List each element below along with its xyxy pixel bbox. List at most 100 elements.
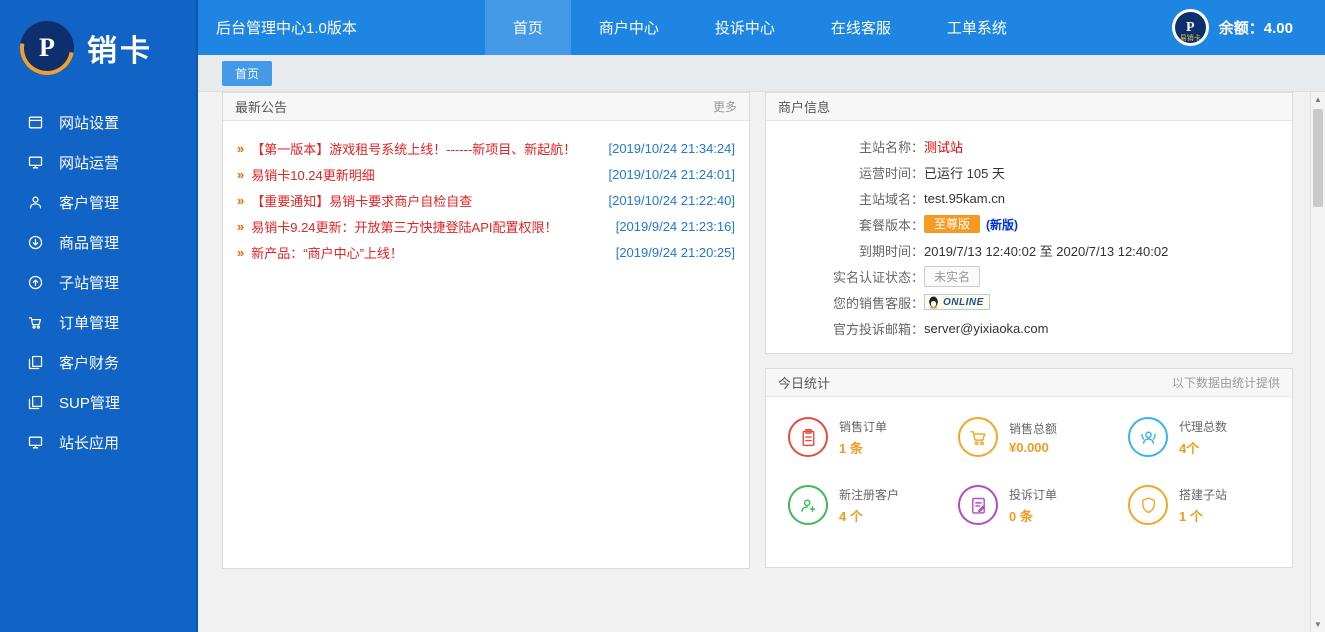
vertical-scrollbar[interactable]: ▲ ▼ (1310, 92, 1325, 632)
scrollbar-thumb[interactable] (1313, 109, 1323, 207)
merchant-row-runtime: 运营时间： 已运行 105 天 (766, 159, 1292, 185)
sidebar-item-label: 客户管理 (59, 192, 119, 213)
balance-value: 4.00 (1264, 20, 1293, 37)
tab-ticket-system[interactable]: 工单系统 (919, 0, 1035, 55)
sidebar-item-site-settings[interactable]: 网站设置 (0, 102, 196, 142)
expiry-value: 2019/7/13 12:40:02 至 2020/7/13 12:40:02 (924, 241, 1168, 260)
brand-logo-letter: P (39, 33, 55, 63)
sidebar-item-label: 网站设置 (59, 112, 119, 133)
sidebar-item-label: 客户财务 (59, 352, 119, 373)
monitor-icon (27, 434, 44, 451)
brand-logo-icon: P (20, 21, 74, 75)
tab-home[interactable]: 首页 (485, 0, 571, 55)
double-chevron-icon: » (237, 141, 244, 156)
shield-icon (1128, 485, 1168, 525)
circle-arrow-down-icon (27, 234, 44, 251)
stat-value: 4 个 (839, 506, 899, 525)
today-stats-header: 今日统计 以下数据由统计提供 (766, 369, 1292, 397)
content-area: 最新公告 更多 » 【第一版本】游戏租号系统上线！------新项目、新起航！ … (198, 92, 1325, 632)
announcement-link[interactable]: 新产品：“商户中心”上线！ (251, 243, 605, 262)
row-label: 您的销售客服： (766, 293, 924, 312)
site-name-value: 测试站 (924, 137, 963, 156)
stat-agents-total: 代理总数 4个 (1114, 417, 1284, 457)
scroll-up-arrow-icon[interactable]: ▲ (1311, 92, 1325, 107)
sidebar-item-webmaster-apps[interactable]: 站长应用 (0, 422, 196, 462)
breadcrumb-tab-home[interactable]: 首页 (222, 61, 272, 86)
sidebar-item-customers[interactable]: 客户管理 (0, 182, 196, 222)
runtime-value: 已运行 105 天 (924, 163, 1005, 182)
sidebar-item-site-operations[interactable]: 网站运营 (0, 142, 196, 182)
cart-icon (27, 314, 44, 331)
tab-label: 投诉中心 (715, 17, 775, 38)
double-chevron-icon: » (237, 167, 244, 182)
new-version-link[interactable]: (新版) (986, 216, 1018, 233)
main-area: 后台管理中心1.0版本 首页 商户中心 投诉中心 在线客服 工单系统 P 易销卡… (198, 0, 1325, 632)
row-label: 主站域名： (766, 189, 924, 208)
today-stats-panel: 今日统计 以下数据由统计提供 销售订单 1 条 (765, 368, 1293, 568)
announcement-link[interactable]: 【重要通知】易销卡要求商户自检自查 (251, 191, 598, 210)
complaint-email-value: server@yixiaoka.com (924, 321, 1048, 336)
tab-online-service[interactable]: 在线客服 (803, 0, 919, 55)
announcement-time: [2019/10/24 21:22:40] (608, 193, 735, 208)
more-link[interactable]: 更多 (713, 98, 737, 115)
right-column: 商户信息 主站名称： 测试站 运营时间： 已运行 105 天 主站域名： (765, 92, 1293, 568)
row-label: 实名认证状态： (766, 267, 924, 286)
qq-online-badge[interactable]: ONLINE (924, 294, 990, 310)
announcement-time: [2019/9/24 21:20:25] (616, 245, 735, 260)
tab-merchant-center[interactable]: 商户中心 (571, 0, 687, 55)
sidebar-item-customer-finance[interactable]: 客户财务 (0, 342, 196, 382)
brand-name: 销卡 (87, 26, 153, 70)
app-title: 后台管理中心1.0版本 (198, 17, 357, 38)
plan-badge: 至尊版 (924, 215, 980, 233)
announcements-panel: 最新公告 更多 » 【第一版本】游戏租号系统上线！------新项目、新起航！ … (222, 92, 750, 569)
person-icon (27, 194, 44, 211)
sidebar-item-products[interactable]: 商品管理 (0, 222, 196, 262)
sidebar-item-label: 网站运营 (59, 152, 119, 173)
stat-label: 新注册客户 (839, 486, 899, 503)
tab-complaint-center[interactable]: 投诉中心 (687, 0, 803, 55)
merchant-row-domain: 主站域名： test.95kam.cn (766, 185, 1292, 211)
list-item: » 【第一版本】游戏租号系统上线！------新项目、新起航！ [2019/10… (237, 135, 735, 161)
announcement-time: [2019/10/24 21:24:01] (608, 167, 735, 182)
document-edit-icon (958, 485, 998, 525)
announcement-link[interactable]: 易销卡10.24更新明细 (251, 165, 598, 184)
double-chevron-icon: » (237, 193, 244, 208)
list-item: » 【重要通知】易销卡要求商户自检自查 [2019/10/24 21:22:40… (237, 187, 735, 213)
panel-title: 商户信息 (778, 97, 830, 116)
topbar-right: P 易销卡 余额：4.00 (1172, 9, 1325, 46)
balance-label: 余额： (1219, 20, 1264, 37)
announcement-link[interactable]: 【第一版本】游戏租号系统上线！------新项目、新起航！ (251, 139, 598, 158)
clipboard-icon (788, 417, 828, 457)
sidebar-item-substations[interactable]: 子站管理 (0, 262, 196, 302)
stat-new-customers: 新注册客户 4 个 (774, 485, 944, 525)
stat-value: 4个 (1179, 438, 1227, 457)
copy-icon (27, 354, 44, 371)
copy-icon (27, 394, 44, 411)
sidebar-item-sup[interactable]: SUP管理 (0, 382, 196, 422)
announcement-link[interactable]: 易销卡9.24更新：开放第三方快捷登陆API配置权限！ (251, 217, 605, 236)
merchant-row-email: 官方投诉邮箱： server@yixiaoka.com (766, 315, 1292, 341)
stat-sales-total: 销售总额 ¥0.000 (944, 417, 1114, 457)
qq-online-label: ONLINE (943, 297, 984, 308)
panel-title: 今日统计 (778, 373, 830, 392)
person-plus-icon (788, 485, 828, 525)
scroll-down-arrow-icon[interactable]: ▼ (1311, 617, 1325, 632)
stats-note: 以下数据由统计提供 (1172, 374, 1280, 391)
announcement-time: [2019/10/24 21:34:24] (608, 141, 735, 156)
status-badge: 未实名 (924, 266, 980, 287)
sidebar-item-orders[interactable]: 订单管理 (0, 302, 196, 342)
merchant-info-header: 商户信息 (766, 93, 1292, 121)
row-label: 运营时间： (766, 163, 924, 182)
stat-sales-orders: 销售订单 1 条 (774, 417, 944, 457)
sidebar-menu: 网站设置 网站运营 客户管理 商品管理 子站管理 订单管理 (0, 96, 196, 462)
sidebar-item-label: 商品管理 (59, 232, 119, 253)
qq-penguin-icon (927, 296, 940, 309)
stat-value: 1 个 (1179, 506, 1227, 525)
announcements-header: 最新公告 更多 (223, 93, 749, 121)
merchant-row-service: 您的销售客服： ONLINE (766, 289, 1292, 315)
announcement-time: [2019/9/24 21:23:16] (616, 219, 735, 234)
panel-title: 最新公告 (235, 97, 287, 116)
stat-label: 销售总额 (1009, 420, 1057, 437)
brand-badge-text: 易销卡 (1172, 35, 1209, 42)
stat-value: 1 条 (839, 438, 887, 457)
